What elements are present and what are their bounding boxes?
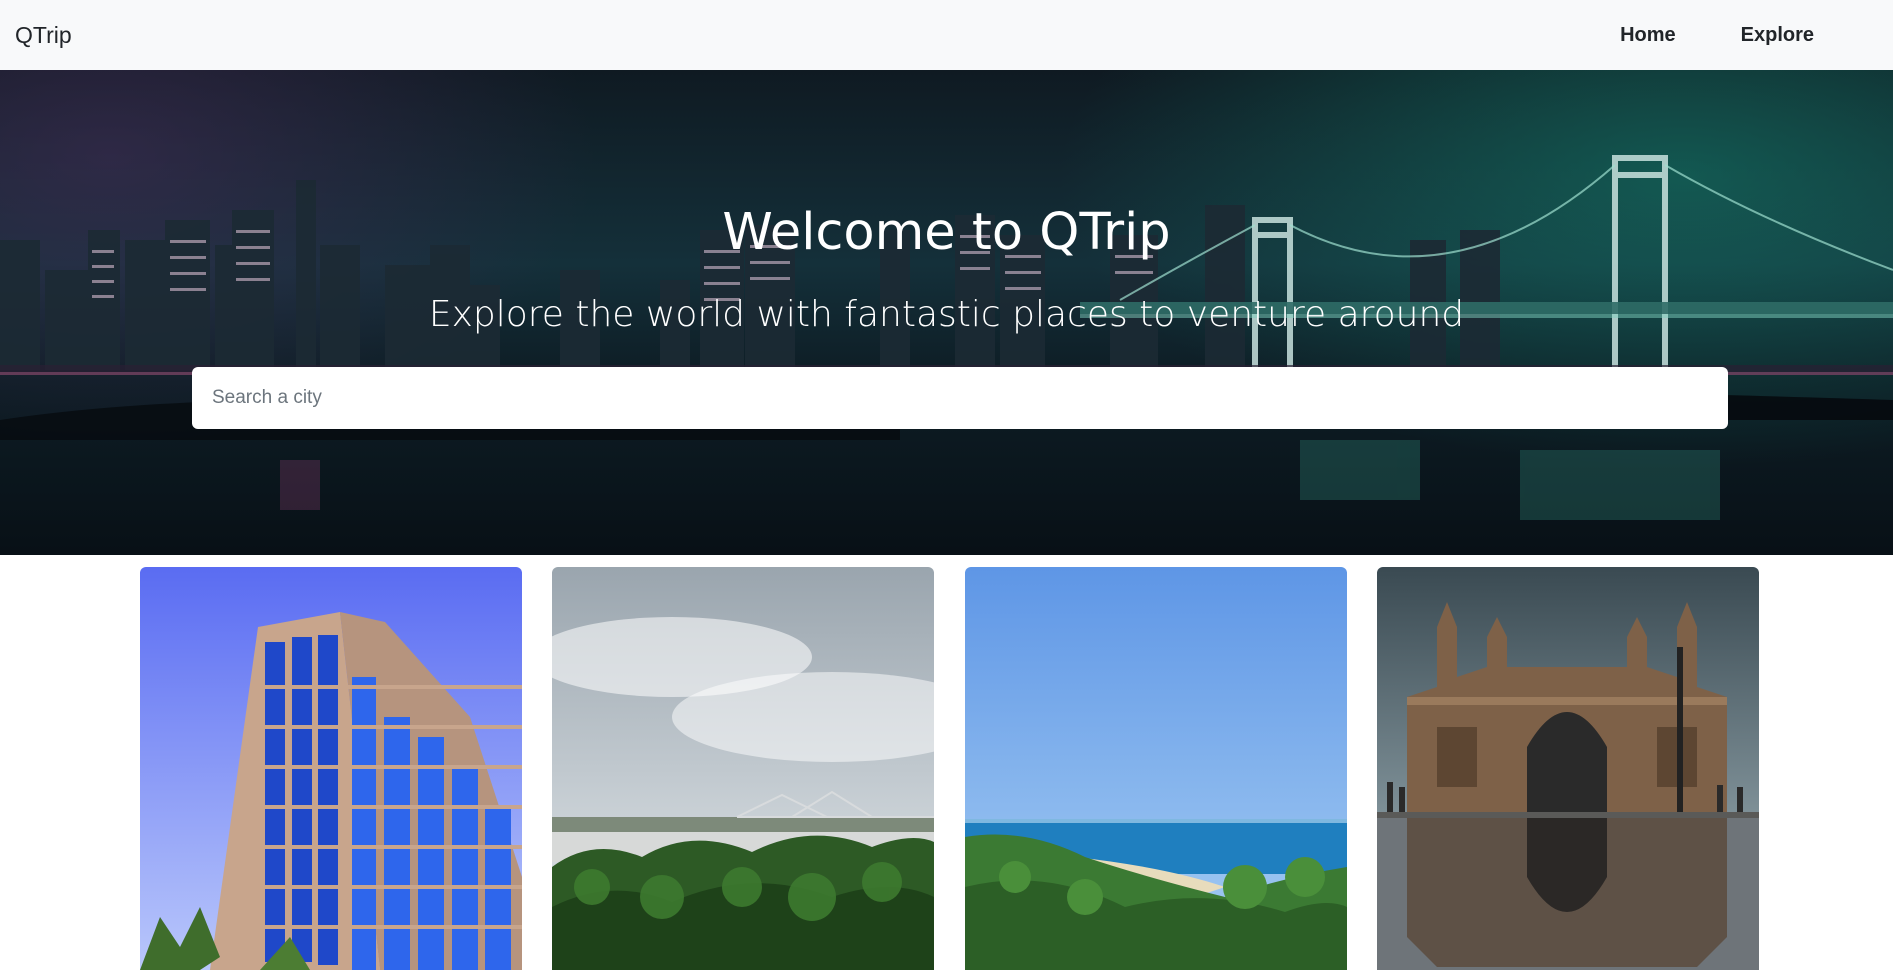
nav-link-home[interactable]: Home [1620, 24, 1676, 47]
beach-coast-image [965, 567, 1347, 970]
hero-banner: Welcome to QTrip Explore the world with … [0, 70, 1893, 555]
river-bridge-image [552, 567, 934, 970]
navbar: QTrip Home Explore [0, 0, 1893, 70]
hero-title: Welcome to QTrip [722, 203, 1171, 262]
nav-link-explore[interactable]: Explore [1741, 24, 1814, 47]
city-card[interactable] [140, 567, 522, 970]
hero-subtitle: Explore the world with fantastic places … [428, 294, 1465, 335]
gateway-monument-image [1377, 567, 1759, 970]
nav-links: Home Explore [1620, 24, 1814, 47]
city-card[interactable] [552, 567, 934, 970]
city-card[interactable] [1377, 567, 1759, 970]
city-cards-grid [140, 567, 1760, 970]
brand-logo[interactable]: QTrip [15, 22, 72, 49]
city-card[interactable] [965, 567, 1347, 970]
city-tower-image [140, 567, 522, 970]
city-search-input[interactable] [192, 367, 1728, 429]
